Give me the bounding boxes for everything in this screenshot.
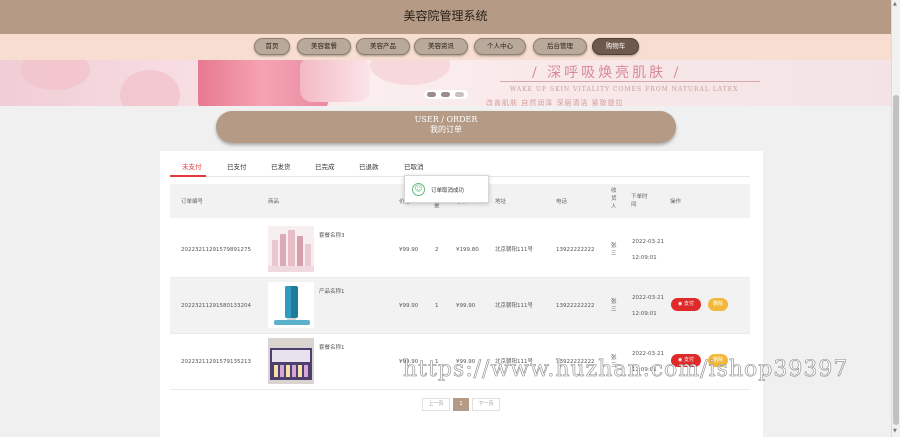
- total: ¥199.80: [456, 247, 479, 253]
- delete-button[interactable]: 删除: [708, 298, 728, 311]
- tab-shipped[interactable]: 已发货: [271, 161, 291, 171]
- address: 北京朝阳111号: [495, 303, 533, 309]
- price: ¥99.90: [399, 303, 419, 309]
- carousel-dot[interactable]: [427, 92, 436, 97]
- hero-banner: / 深呼吸焕亮肌肤 / WAKE UP SKIN VITALITY COMES …: [0, 60, 891, 106]
- order-time: 12:09:01: [632, 311, 657, 317]
- prev-page-button[interactable]: 上一页: [422, 398, 450, 411]
- col-address: 地址: [495, 199, 507, 205]
- product-thumbnail: [268, 226, 314, 272]
- receiver: 张三: [611, 299, 617, 313]
- col-order-no: 订单编号: [181, 199, 204, 205]
- qty: 1: [435, 303, 439, 309]
- smile-icon: ☺: [412, 183, 425, 196]
- nav-beauty-packages[interactable]: 美容套餐: [297, 38, 351, 55]
- table-row: 20223211291579891275 套餐名称3 ¥99.90 2 ¥199…: [170, 222, 750, 278]
- col-receiver: 收货人: [611, 188, 617, 210]
- scroll-down-arrow-icon[interactable]: ▼: [893, 428, 897, 434]
- order-section-header: USER / ORDER 我的订单: [216, 111, 676, 143]
- col-goods: 商品: [268, 199, 280, 205]
- phone: 13922222222: [556, 247, 595, 253]
- qty: 2: [435, 247, 439, 253]
- order-header-zh: 我的订单: [430, 125, 462, 134]
- nav-beauty-products[interactable]: 美容产品: [356, 38, 410, 55]
- receiver: 张三: [611, 243, 617, 257]
- banner-subtitle-en: WAKE UP SKIN VITALITY COMES FROM NATURAL…: [510, 86, 739, 93]
- toast-text: 订单取消成功: [431, 188, 465, 194]
- petal-decoration: [20, 60, 90, 90]
- order-time: 12:09:01: [632, 255, 657, 261]
- order-no: 20223211291579135213: [181, 359, 251, 365]
- page-number[interactable]: 1: [453, 398, 469, 411]
- price: ¥99.90: [399, 247, 419, 253]
- order-status-tabs: 未支付 已支付 已发货 已完成 已退款 已取消: [170, 157, 750, 177]
- next-page-button[interactable]: 下一页: [472, 398, 500, 411]
- carousel-indicator[interactable]: [424, 90, 468, 99]
- petal-decoration: [370, 60, 450, 85]
- col-actions: 操作: [670, 199, 682, 205]
- pay-button[interactable]: ◉ 支付: [671, 298, 701, 311]
- tab-paid[interactable]: 已支付: [227, 161, 247, 171]
- order-date: 2022-03-21: [632, 295, 664, 301]
- goods-name: 套餐名称1: [319, 345, 345, 351]
- order-no: 20223211291579891275: [181, 247, 251, 253]
- watermark-url: https://www.huzhan.com/ishop39397: [403, 357, 849, 383]
- carousel-dot[interactable]: [455, 92, 464, 97]
- petal-decoration: [120, 70, 180, 106]
- product-thumbnail: [268, 338, 314, 384]
- col-time: 下单时间: [631, 194, 648, 208]
- tab-refunded[interactable]: 已退款: [359, 161, 379, 171]
- active-tab-underline: [170, 175, 206, 177]
- nav-home[interactable]: 首页: [254, 38, 290, 55]
- order-header-en: USER / ORDER: [414, 115, 478, 124]
- toast-message: ☺ 订单取消成功: [404, 175, 489, 203]
- table-row: 20223211291580133204 产品名称1 ¥99.90 1 ¥99.…: [170, 278, 750, 334]
- product-thumbnail: [268, 282, 314, 328]
- carousel-dot[interactable]: [441, 92, 450, 97]
- goods-name: 产品名称1: [319, 289, 345, 295]
- site-title: 美容院管理系统: [403, 9, 488, 23]
- nav-user-center[interactable]: 个人中心: [474, 38, 526, 55]
- banner-divider: [500, 81, 760, 82]
- tab-unpaid[interactable]: 未支付: [182, 161, 202, 171]
- main-nav: 首页 美容套餐 美容产品 美容资讯 个人中心 后台管理 购物车: [0, 34, 891, 60]
- order-date: 2022-03-21: [632, 239, 664, 245]
- phone: 13922222222: [556, 303, 595, 309]
- banner-product-image: [300, 60, 370, 102]
- address: 北京朝阳111号: [495, 247, 533, 253]
- total: ¥99.90: [456, 303, 476, 309]
- tab-cancelled[interactable]: 已取消: [404, 161, 424, 171]
- goods-name: 套餐名称3: [319, 233, 345, 239]
- col-phone: 电话: [556, 199, 568, 205]
- scrollbar-thumb[interactable]: [893, 95, 899, 425]
- order-no: 20223211291580133204: [181, 303, 251, 309]
- tab-completed[interactable]: 已完成: [315, 161, 335, 171]
- nav-beauty-news[interactable]: 美容资讯: [414, 38, 468, 55]
- scroll-up-arrow-icon[interactable]: ▲: [893, 1, 897, 7]
- nav-cart[interactable]: 购物车: [592, 38, 639, 55]
- banner-subtitle-zh: 改善肌肤 自然润泽 深层清洁 紧致提拉: [486, 99, 624, 106]
- nav-admin[interactable]: 后台管理: [533, 38, 587, 55]
- banner-slogan: / 深呼吸焕亮肌肤 /: [532, 65, 682, 81]
